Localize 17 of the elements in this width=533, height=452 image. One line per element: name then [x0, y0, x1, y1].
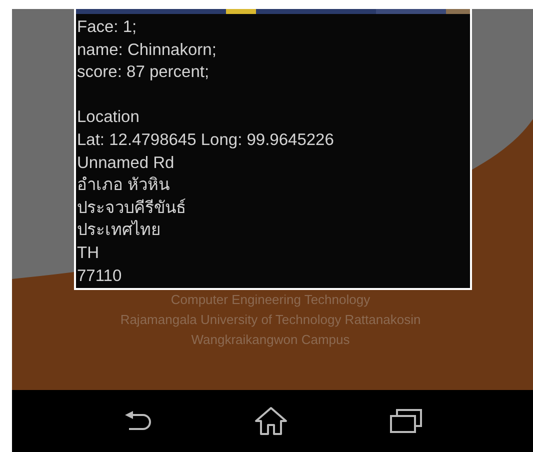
result-text: score: 87 percent; [77, 62, 210, 84]
result-text: อำเภอ หัวหิน [77, 175, 171, 196]
footer-text: Rajamangala University of Technology Rattanakosin [119, 311, 422, 329]
result-text: ประเทศไทย [77, 219, 162, 242]
recents-icon [388, 408, 422, 434]
result-text: ประจวบคีรีขันธ์ [77, 198, 187, 219]
result-text: Lat: 12.4798645 Long: 99.9645226 [77, 130, 335, 151]
result-text: 77110 [77, 266, 123, 287]
result-text: Location [77, 107, 140, 128]
result-text: Face: 1; [77, 17, 138, 38]
home-icon [254, 406, 288, 436]
result-text: TH [77, 242, 100, 264]
footer-text: Wangkraikangwon Campus [190, 331, 351, 349]
result-text: name: Chinnakorn; [77, 40, 218, 61]
back-icon [122, 409, 152, 433]
result-text: Unnamed Rd [77, 152, 176, 174]
footer-text: Computer Engineering Technology [170, 291, 372, 309]
